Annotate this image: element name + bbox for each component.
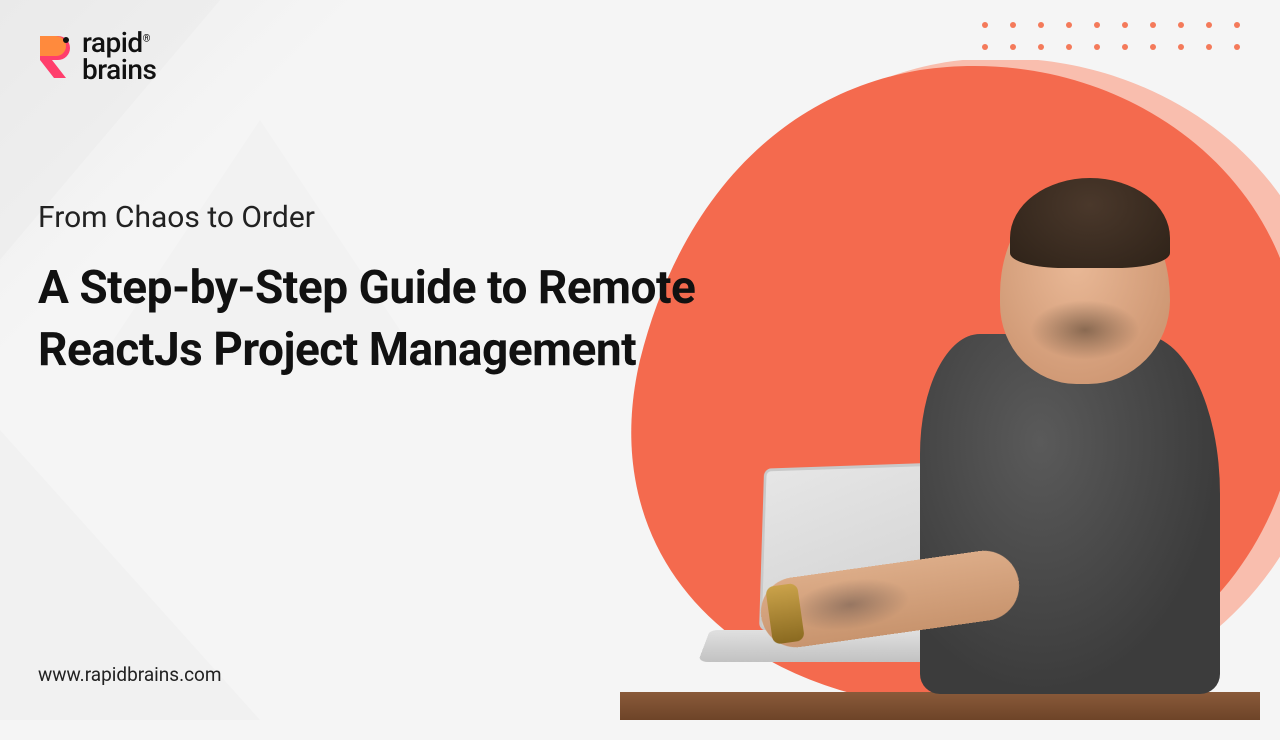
logo-mark-icon (36, 34, 72, 80)
registered-mark: ® (143, 34, 150, 45)
brand-logo: rapid® brains (36, 30, 156, 83)
logo-line2: brains (82, 53, 156, 86)
decorative-dot-grid (982, 22, 1244, 54)
headline-block: From Chaos to Order A Step-by-Step Guide… (38, 200, 738, 381)
footer-url: www.rapidbrains.com (38, 663, 222, 686)
desk-surface (620, 692, 1260, 720)
page-title: A Step-by-Step Guide to Remote ReactJs P… (38, 257, 738, 381)
eyebrow-text: From Chaos to Order (38, 200, 738, 235)
logo-wordmark: rapid® brains (82, 30, 156, 83)
person-figure (900, 174, 1220, 694)
